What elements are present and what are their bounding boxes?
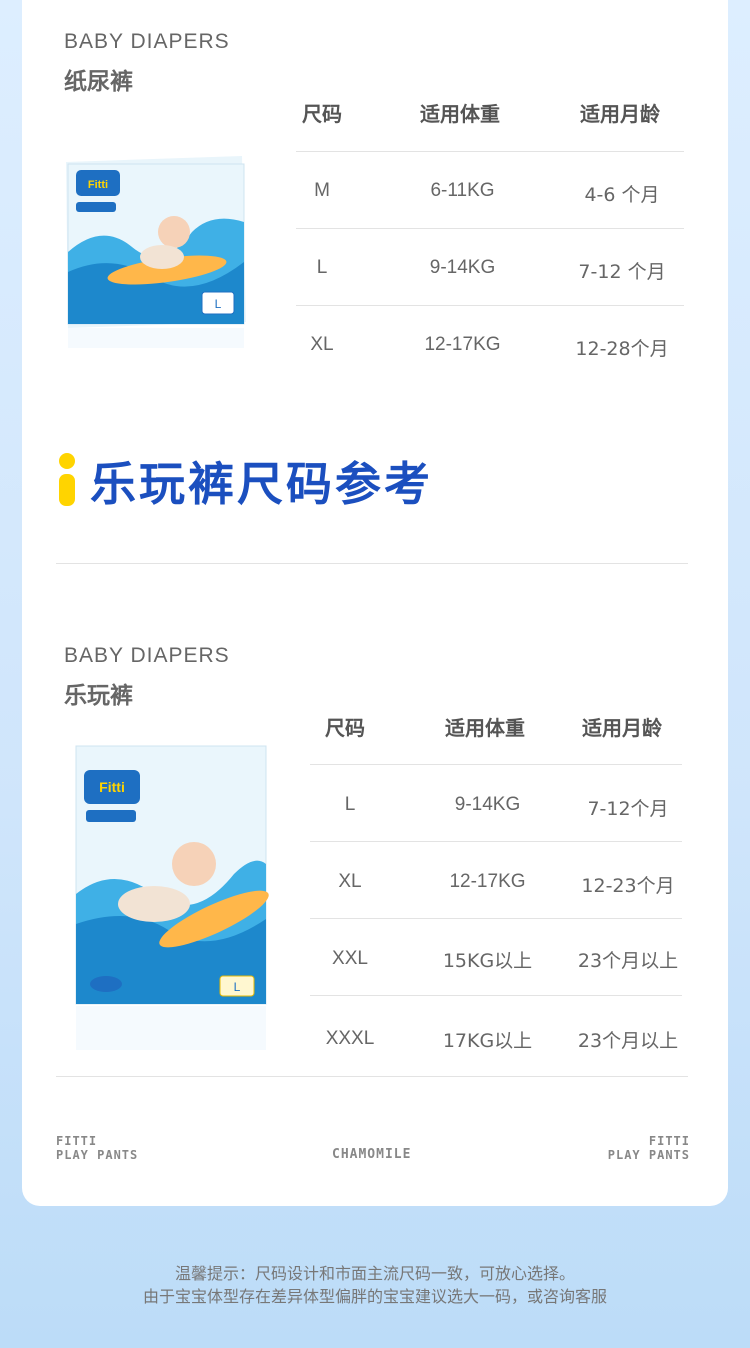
col-header-weight-1: 适用体重 [420,102,500,126]
diaper-product-image: Fitti L [66,156,246,348]
size-badge-1: L [215,297,222,311]
table-cell: XXL [332,948,368,969]
col-header-size-1: 尺码 [302,102,342,126]
table-divider [296,305,684,306]
footer-tag-center: CHAMOMILE [332,1147,412,1162]
footer-tag-line: FITTI [648,1134,690,1148]
table-cell: 7-12个月 [587,798,669,820]
table-cell: 7-12 个月 [578,261,666,283]
table-cell: 12-17KG [424,334,501,355]
table-cell: 4-6 个月 [584,184,660,206]
table-divider [296,228,684,229]
table-cell: 9-14KG [454,794,521,815]
col-header-age-2: 适用月龄 [582,716,662,740]
svg-text:Fitti: Fitti [88,179,108,191]
table-divider [310,995,682,996]
table-cell: XL [310,334,334,355]
table-cell: XL [338,871,362,892]
footer-tag-line: PLAY PANTS [607,1148,690,1162]
col-header-weight-2: 适用体重 [445,716,525,740]
table-divider [310,841,682,842]
footer-tag-line: PLAY PANTS [56,1148,139,1162]
col-header-size-2: 尺码 [325,716,365,740]
section-divider [56,563,688,564]
brand-en-1: BABY DIAPERS [64,30,230,53]
table-divider [310,764,682,765]
accent-i-icon [59,453,75,506]
table-cell: 12-17KG [449,871,526,892]
table-cell: 9-14KG [429,257,496,278]
section-title: 乐玩裤尺码参考 [90,457,433,511]
table-divider [296,151,684,152]
table-cell: 23个月以上 [577,1030,679,1052]
size-badge-2: L [234,980,241,994]
table-cell: 23个月以上 [577,950,679,972]
brand-cn-2: 乐玩裤 [64,683,133,709]
table-cell: 17KG以上 [442,1030,533,1052]
table-cell: L [316,257,328,278]
tip-line-1: 温馨提示：尺码设计和市面主流尺码一致，可放心选择。 [174,1264,575,1283]
brand-cn-1: 纸尿裤 [64,69,133,95]
table-cell: 15KG以上 [442,950,533,972]
table-cell: 6-11KG [430,180,495,201]
table-cell: M [314,180,330,201]
footer-tag-line: FITTI [56,1134,98,1148]
tip-line-2: 由于宝宝体型存在差异体型偏胖的宝宝建议选大一码，或咨询客服 [142,1287,607,1306]
brand-en-2: BABY DIAPERS [64,644,230,667]
footer-tag-left: FITTI PLAY PANTS [56,1134,138,1162]
section-divider [56,1076,688,1077]
play-pants-product-image: Fitti L [75,745,269,1050]
table-cell: 12-28个月 [575,338,669,360]
table-divider [310,918,682,919]
product-brand-logo: Fitti [99,779,125,795]
table-cell: 12-23个月 [581,875,675,897]
table-cell: XXXL [325,1028,375,1049]
col-header-age-1: 适用月龄 [580,102,660,126]
table-cell: L [344,794,356,815]
footer-tag-right: FITTI PLAY PANTS [600,1134,690,1162]
